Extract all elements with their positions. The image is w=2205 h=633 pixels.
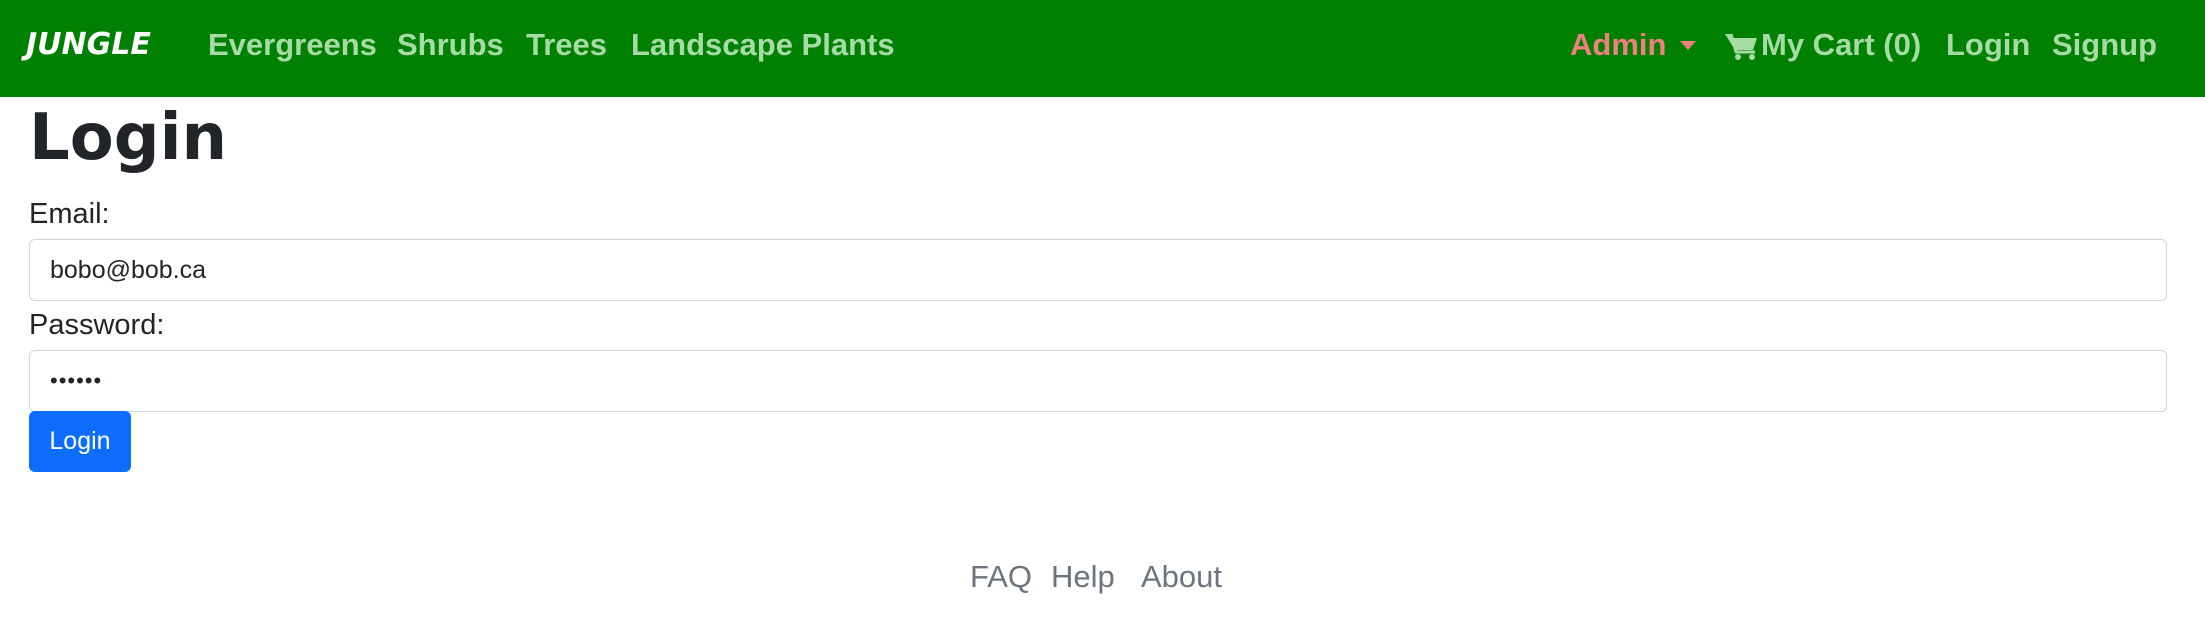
nav-link-shrubs[interactable]: Shrubs [397, 25, 504, 65]
nav-link-login[interactable]: Login [1946, 25, 2030, 65]
footer-link-faq[interactable]: FAQ [970, 558, 1032, 596]
caret-down-icon[interactable] [1680, 41, 1696, 50]
footer-link-help[interactable]: Help [1051, 558, 1115, 596]
shopping-cart-icon[interactable] [1724, 31, 1760, 61]
brand-logo[interactable]: JUNGLE [26, 25, 151, 65]
nav-link-trees[interactable]: Trees [526, 25, 607, 65]
admin-dropdown-toggle[interactable]: Admin [1570, 25, 1666, 65]
email-label: Email: [29, 198, 110, 230]
nav-link-evergreens[interactable]: Evergreens [208, 25, 377, 65]
password-field[interactable] [29, 350, 2167, 412]
footer-link-about[interactable]: About [1141, 558, 1222, 596]
page-title: Login [29, 101, 228, 175]
login-submit-button[interactable]: Login [29, 411, 131, 472]
nav-link-landscape-plants[interactable]: Landscape Plants [631, 25, 895, 65]
password-label: Password: [29, 309, 165, 341]
nav-link-signup[interactable]: Signup [2052, 25, 2157, 65]
nav-link-my-cart[interactable]: My Cart (0) [1761, 25, 1921, 65]
email-field[interactable] [29, 239, 2167, 301]
top-navbar: JUNGLE Evergreens Shrubs Trees Landscape… [0, 0, 2205, 97]
